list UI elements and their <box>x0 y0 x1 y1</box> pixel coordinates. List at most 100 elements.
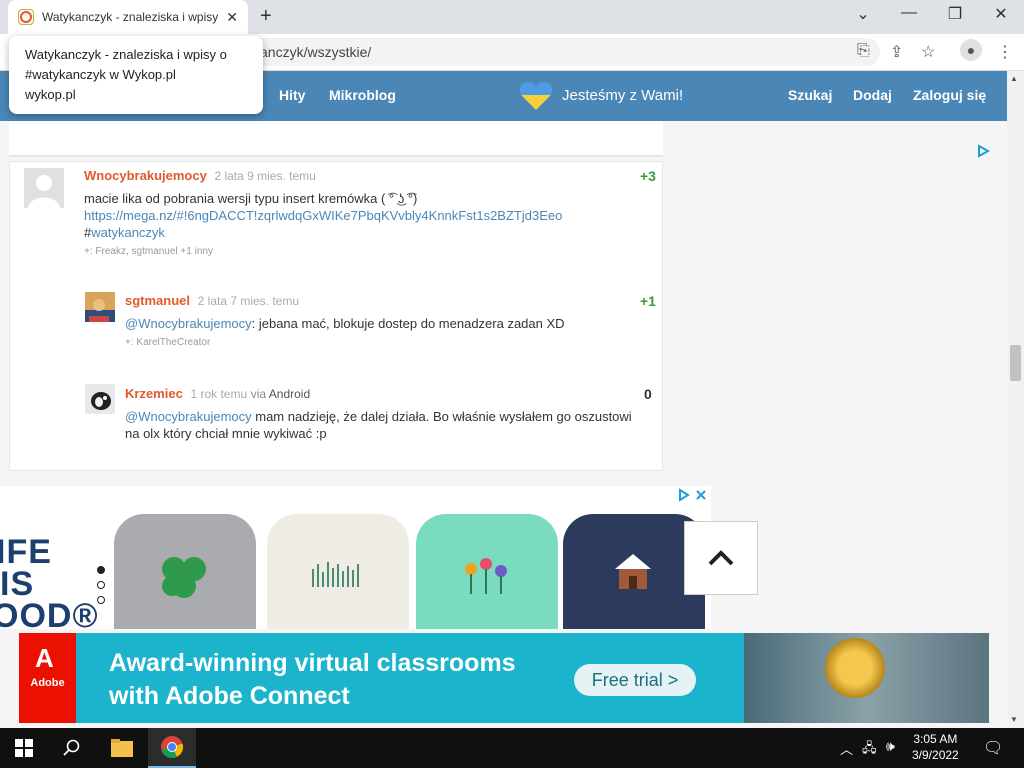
nav-login[interactable]: Zaloguj się <box>913 87 986 103</box>
comment-pluses[interactable]: +: KarelTheCreator <box>125 334 645 351</box>
award-badge-icon <box>825 638 885 698</box>
carousel-dot[interactable] <box>97 566 105 574</box>
clock-date: 3/9/2022 <box>912 748 959 762</box>
bookmark-star-icon[interactable]: ☆ <box>921 42 935 62</box>
product-shirt-mint[interactable] <box>416 514 558 629</box>
entry-vote-count[interactable]: +3 <box>640 168 656 184</box>
entry-time[interactable]: 2 lata 9 mies. temu <box>214 169 315 183</box>
profile-icon[interactable]: ● <box>960 39 982 61</box>
entry-text: macie lika od pobrania wersji typu inser… <box>84 191 418 206</box>
volume-icon[interactable]: 🕪 <box>886 738 895 755</box>
menu-kebab-icon[interactable]: ⋮ <box>997 42 1013 62</box>
ukraine-heart-icon <box>519 82 553 110</box>
nav-add[interactable]: Dodaj <box>853 87 892 103</box>
tab-search-icon[interactable]: ⌄ <box>840 4 886 24</box>
slogan-text: Jesteśmy z Wami! <box>562 87 684 104</box>
page-scrollbar[interactable] <box>1007 71 1024 728</box>
tab-strip: Watykanczyk - znaleziska i wpisy ✕ + ⌄ —… <box>0 0 1024 34</box>
avatar[interactable] <box>85 384 115 414</box>
windows-logo-icon <box>15 739 33 757</box>
ad-carousel[interactable]: IFE IS OOD® <box>0 486 711 629</box>
new-tab-button[interactable]: + <box>260 5 272 28</box>
url-text: anczyk/wszystkie/ <box>260 44 372 60</box>
brand-text: IFE IS OOD® <box>0 533 99 629</box>
translate-icon[interactable]: ⎘ <box>857 42 870 60</box>
product-shirt-grey[interactable] <box>114 514 256 629</box>
tab-close-icon[interactable]: ✕ <box>226 9 238 26</box>
nav-search[interactable]: Szukaj <box>788 87 832 103</box>
comment-via-app[interactable]: Android <box>269 387 310 401</box>
chevron-up-icon <box>708 550 734 566</box>
brand-line: IS <box>0 565 35 603</box>
back-to-top-button[interactable] <box>684 521 758 595</box>
comment-via-label: via <box>250 387 267 401</box>
carousel-dot[interactable] <box>97 596 105 604</box>
minimize-icon[interactable]: — <box>886 4 932 22</box>
share-icon[interactable]: ⇪ <box>890 42 903 62</box>
adobe-logo: A Adobe <box>19 633 76 723</box>
comment-text: mam nadzieję, że dalej działa. Bo właśni… <box>251 409 632 424</box>
folder-icon <box>111 739 133 757</box>
windows-taskbar: ︿ 🖧 🕪 3:05 AM 3/9/2022 🗨 <box>0 728 1024 768</box>
comment-body: @Wnocybrakujemocy: jebana mać, blokuje d… <box>125 315 645 351</box>
entry-pluses[interactable]: +: Freakz, sgtmanuel +1 inny <box>84 243 644 260</box>
free-trial-button[interactable]: Free trial > <box>574 664 696 696</box>
comment-text: : jebana mać, blokuje dostep do menadzer… <box>251 316 565 331</box>
ad-close-icon[interactable] <box>678 488 708 502</box>
comment-mention[interactable]: @Wnocybrakujemocy <box>125 316 252 331</box>
comment-username[interactable]: sgtmanuel <box>125 293 190 308</box>
entry-username[interactable]: Wnocybrakujemocy <box>84 168 207 183</box>
adchoices-icon[interactable] <box>976 144 990 158</box>
comment-time[interactable]: 1 rok temu <box>190 387 247 401</box>
comment-time[interactable]: 2 lata 7 mies. temu <box>198 294 299 308</box>
comment-header: Krzemiec 1 rok temu via Android <box>125 386 625 401</box>
wykop-favicon-icon <box>18 9 34 25</box>
entry-body: macie lika od pobrania wersji typu inser… <box>84 190 644 260</box>
tooltip-title-line-1: Watykanczyk - znaleziska i wpisy o <box>25 47 227 62</box>
comment-header: sgtmanuel 2 lata 7 mies. temu <box>125 293 625 308</box>
carousel-dot[interactable] <box>97 581 105 589</box>
comment-text-line: @Wnocybrakujemocy: jebana mać, blokuje d… <box>125 315 645 332</box>
comment-username[interactable]: Krzemiec <box>125 386 183 401</box>
restore-icon[interactable]: ❐ <box>932 4 978 24</box>
tooltip-title-line-2: #watykanczyk w Wykop.pl <box>25 67 176 82</box>
tray-chevron-icon[interactable]: ︿ <box>840 739 853 758</box>
adobe-banner-ad[interactable]: A Adobe Award-winning virtual classrooms… <box>19 633 989 723</box>
start-button[interactable] <box>0 728 48 768</box>
scrollbar-thumb[interactable] <box>1010 345 1021 381</box>
banner-headline-line-1: Award-winning virtual classrooms <box>109 649 516 677</box>
search-button[interactable] <box>48 728 96 768</box>
comment-via: via Android <box>251 387 310 401</box>
entry-tag-line: #watykanczyk <box>84 224 644 241</box>
entry-link[interactable]: https://mega.nz/#!6ngDACCT!zqrlwdqGxWIKe… <box>84 207 644 224</box>
scroll-up-icon[interactable]: ▲ <box>1010 74 1018 83</box>
tab-title: Watykanczyk - znaleziska i wpisy <box>42 10 218 24</box>
entry-tag[interactable]: watykanczyk <box>91 225 165 240</box>
browser-tab[interactable]: Watykanczyk - znaleziska i wpisy ✕ <box>8 0 248 34</box>
brand-line: IFE <box>0 533 52 571</box>
adobe-brand-text: Adobe <box>30 677 65 689</box>
banner-headline-line-2: with Adobe Connect <box>109 682 350 710</box>
comment-vote-count[interactable]: 0 <box>644 386 652 402</box>
nav-mikroblog[interactable]: Mikroblog <box>329 87 396 103</box>
avatar[interactable] <box>24 168 64 208</box>
comment-mention[interactable]: @Wnocybrakujemocy <box>125 409 252 424</box>
adobe-a-icon: A <box>35 643 54 673</box>
scroll-down-icon[interactable]: ▼ <box>1010 715 1018 724</box>
comment-text-line: @Wnocybrakujemocy mam nadzieję, że dalej… <box>125 408 655 425</box>
nav-hity[interactable]: Hity <box>279 87 305 103</box>
clock-time: 3:05 AM <box>913 732 958 746</box>
product-shirt-cream[interactable] <box>267 514 409 629</box>
window-close-icon[interactable]: ✕ <box>978 4 1024 24</box>
network-icon[interactable]: 🖧 <box>862 739 877 761</box>
notifications-icon[interactable]: 🗨 <box>983 738 1003 758</box>
brand-line: OOD® <box>0 597 99 629</box>
tab-hover-tooltip: Watykanczyk - znaleziska i wpisy o #waty… <box>9 36 263 114</box>
comment-vote-count[interactable]: +1 <box>640 293 656 309</box>
file-explorer-button[interactable] <box>98 728 146 768</box>
entry-card: Wnocybrakujemocy 2 lata 9 mies. temu +3 … <box>9 161 663 471</box>
chrome-taskbar-button[interactable] <box>148 728 196 768</box>
tooltip-domain: wykop.pl <box>25 87 76 102</box>
system-clock[interactable]: 3:05 AM 3/9/2022 <box>912 731 959 763</box>
avatar[interactable] <box>85 292 115 322</box>
